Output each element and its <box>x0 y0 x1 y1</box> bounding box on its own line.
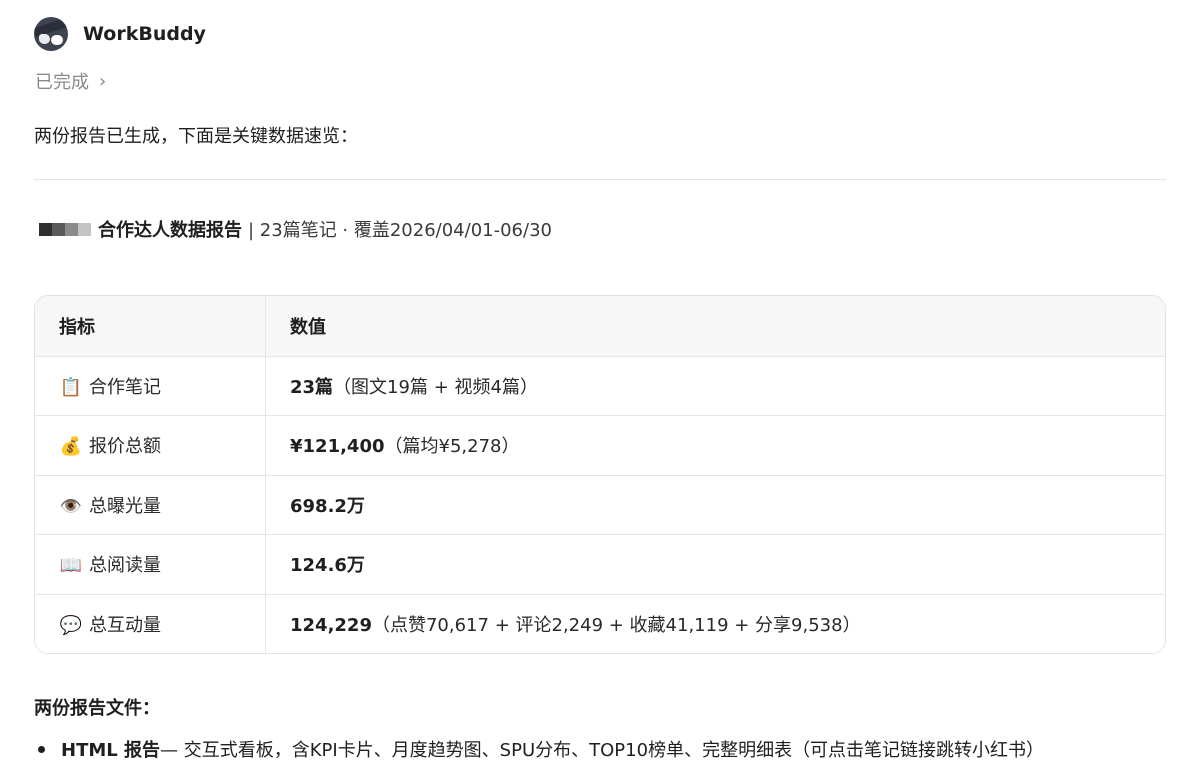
value-detail: （点赞70,617 + 评论2,249 + 收藏41,119 + 分享9,538… <box>371 615 861 636</box>
metric-cell: 📋 合作笔记 <box>35 356 266 416</box>
status-label: 已完成 <box>35 72 89 93</box>
brand-logo-blurred <box>39 222 91 236</box>
value-main: 124.6万 <box>290 555 365 577</box>
value-cell: 23篇（图文19篇 + 视频4篇） <box>265 356 1165 416</box>
raccoon-avatar-icon <box>34 17 68 51</box>
table-row: 📖 总阅读量 124.6万 <box>35 534 1165 595</box>
metric-cell: 👁️ 总曝光量 <box>35 475 266 535</box>
value-cell: ¥121,400（篇均¥5,278） <box>265 415 1165 476</box>
file-name: HTML 报告 <box>61 740 160 761</box>
column-header-value: 数值 <box>265 296 1165 357</box>
bullet-icon <box>38 745 45 753</box>
column-header-metric: 指标 <box>35 296 266 357</box>
table-row: 👁️ 总曝光量 698.2万 <box>35 475 1165 535</box>
file-description: — 交互式看板，含KPI卡片、月度趋势图、SPU分布、TOP10榜单、完整明细表… <box>160 740 1045 761</box>
money-bag-icon: 💰 <box>59 436 83 458</box>
metric-label: 总互动量 <box>89 615 161 636</box>
chevron-right-icon: › <box>99 70 107 92</box>
eye-icon: 👁️ <box>59 495 83 517</box>
app-header: WorkBuddy <box>34 17 206 51</box>
table-row: 📋 合作笔记 23篇（图文19篇 + 视频4篇） <box>35 356 1165 416</box>
value-main: 698.2万 <box>290 495 365 517</box>
table-row: 💬 总互动量 124,229（点赞70,617 + 评论2,249 + 收藏41,1… <box>35 594 1166 653</box>
report-title-meta: | 23篇笔记 · 覆盖2026/04/01-06/30 <box>248 220 552 241</box>
status-toggle[interactable]: 已完成 › <box>35 68 106 94</box>
report-title-bold: 合作达人数据报告 <box>98 220 242 241</box>
value-detail: （篇均¥5,278） <box>384 436 520 458</box>
metric-label: 报价总额 <box>89 436 161 458</box>
value-cell: 698.2万 <box>265 475 1165 535</box>
metric-cell: 💰 报价总额 <box>35 415 266 476</box>
value-main: 124,229 <box>290 615 372 636</box>
files-title: 两份报告文件： <box>34 698 160 719</box>
open-book-icon: 📖 <box>59 555 83 577</box>
app-name: WorkBuddy <box>83 23 206 45</box>
metric-cell: 📖 总阅读量 <box>35 534 266 595</box>
divider <box>34 179 1166 180</box>
value-cell: 124.6万 <box>265 534 1165 595</box>
metric-label: 总阅读量 <box>89 555 161 577</box>
value-main: 23篇 <box>290 376 334 398</box>
metric-label: 合作笔记 <box>89 376 161 398</box>
table-row: 💰 报价总额 ¥121,400（篇均¥5,278） <box>35 415 1165 476</box>
metric-label: 总曝光量 <box>89 495 161 517</box>
speech-bubble-icon: 💬 <box>59 615 83 636</box>
value-cell: 124,229（点赞70,617 + 评论2,249 + 收藏41,119 + … <box>266 594 1166 653</box>
files-list-item: HTML 报告 — 交互式看板，含KPI卡片、月度趋势图、SPU分布、TOP10… <box>38 736 1044 762</box>
value-detail: （图文19篇 + 视频4篇） <box>333 376 538 398</box>
clipboard-icon: 📋 <box>59 376 83 398</box>
metrics-table: 指标 数值 📋 合作笔记 23篇（图文19篇 + 视频4篇） 💰 报价总额 ¥121,40… <box>34 295 1166 654</box>
report-title: 合作达人数据报告 | 23篇笔记 · 覆盖2026/04/01-06/30 <box>39 216 552 242</box>
table-header-row: 指标 数值 <box>35 296 1165 357</box>
intro-text: 两份报告已生成，下面是关键数据速览： <box>34 126 358 147</box>
value-main: ¥121,400 <box>290 436 385 458</box>
metric-cell: 💬 总互动量 <box>35 594 266 653</box>
